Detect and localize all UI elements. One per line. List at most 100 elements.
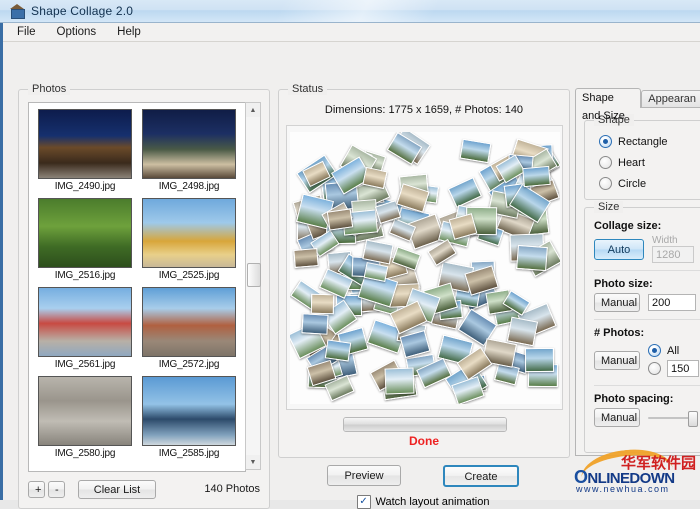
photo-thumbnail-label: IMG_2525.jpg (158, 270, 220, 281)
watch-animation-label: Watch layout animation (375, 496, 490, 508)
photos-group: Photos IMG_2490.jpg IMG_2498.jpg IMG_2516.… (18, 83, 270, 509)
collage-photo (384, 367, 415, 395)
title-bar: Shape Collage 2.0 (0, 0, 700, 23)
collage-photo (448, 213, 478, 241)
collage-photo (459, 138, 493, 164)
num-photos-choices: All 150 (648, 342, 699, 378)
photo-count-label: 140 Photos (204, 483, 260, 495)
photo-spacing-row: Manual (585, 408, 700, 427)
collage-width-input[interactable]: 1280 (652, 246, 694, 263)
photo-thumbnail-item[interactable]: IMG_2498.jpg (137, 109, 241, 192)
tab-shape-and-size[interactable]: Shape and Size (575, 88, 642, 122)
watch-animation-row[interactable]: ✓ Watch layout animation (278, 495, 568, 509)
menu-item-file[interactable]: File (14, 25, 39, 39)
num-photos-all-label: All (667, 344, 680, 357)
radio-all-photos-icon[interactable] (648, 344, 661, 357)
radio-custom-photos-icon[interactable] (648, 362, 661, 375)
size-divider-2 (594, 319, 700, 320)
dimensions-label: Dimensions: 1775 x 1659, # Photos: 140 (324, 104, 524, 116)
status-group: Status Dimensions: 1775 x 1659, # Photos… (278, 83, 570, 458)
watch-animation-checkbox[interactable]: ✓ (356, 495, 371, 509)
scroll-down-icon[interactable]: ▼ (246, 455, 260, 469)
clear-list-button[interactable]: Clear List (78, 479, 156, 499)
photo-thumbnail-item[interactable]: IMG_2490.jpg (33, 109, 137, 192)
remove-photos-button[interactable]: - (48, 480, 65, 498)
shape-group: Shape Rectangle Heart Circle (584, 114, 700, 200)
collage-width-wrap: Width 1280 (652, 235, 694, 263)
photo-thumbnail-item[interactable]: IMG_2561.jpg (33, 287, 137, 370)
photo-list[interactable]: IMG_2490.jpg IMG_2498.jpg IMG_2516.jpg IMG_… (28, 102, 246, 472)
photo-spacing-slider[interactable] (648, 410, 698, 427)
size-group: Size Collage size: Auto Width 1280 Photo… (584, 201, 700, 453)
photos-group-title: Photos (28, 83, 71, 95)
shape-option-rectangle[interactable]: Rectangle (585, 131, 700, 152)
collage-preview[interactable] (286, 125, 563, 410)
slider-knob[interactable] (688, 410, 698, 427)
photo-thumbnail-image[interactable] (142, 287, 236, 357)
tab-appearance[interactable]: Appearan (641, 90, 700, 108)
radio-heart-icon[interactable] (599, 156, 612, 169)
photo-thumbnail-image[interactable] (38, 287, 132, 357)
shape-option-circle[interactable]: Circle (585, 173, 700, 194)
status-group-title: Status (288, 83, 328, 95)
num-photos-custom-option[interactable]: 150 (648, 359, 699, 378)
photo-thumbnail-image[interactable] (142, 376, 236, 446)
scroll-up-icon[interactable]: ▲ (246, 103, 260, 117)
photo-thumbnail-label: IMG_2516.jpg (54, 270, 116, 281)
photo-thumbnail-item[interactable]: IMG_2580.jpg (33, 376, 137, 459)
shape-option-heart[interactable]: Heart (585, 152, 700, 173)
client-area: Photos IMG_2490.jpg IMG_2498.jpg IMG_2516.… (3, 42, 700, 509)
collage-photo (301, 313, 329, 336)
photo-thumbnail-image[interactable] (38, 376, 132, 446)
photo-size-manual-button[interactable]: Manual (594, 293, 640, 312)
photo-thumbnail-item[interactable]: IMG_2585.jpg (137, 376, 241, 459)
photo-size-label: Photo size: (594, 278, 653, 290)
collage-canvas (289, 131, 560, 404)
preview-button[interactable]: Preview (327, 465, 401, 486)
photo-thumbnail-image[interactable] (142, 109, 236, 179)
radio-rectangle-icon[interactable] (599, 135, 612, 148)
scrollbar-thumb[interactable] (247, 263, 261, 287)
collage-width-label: Width (652, 235, 678, 246)
photo-thumbnail-image[interactable] (38, 198, 132, 268)
menu-item-options[interactable]: Options (54, 25, 100, 39)
photo-spacing-label: Photo spacing: (594, 393, 674, 405)
photo-size-input[interactable]: 200 (648, 294, 696, 311)
menu-item-help[interactable]: Help (114, 25, 144, 39)
photo-spacing-manual-button[interactable]: Manual (594, 408, 640, 427)
photo-thumbnail-item[interactable]: IMG_2525.jpg (137, 198, 241, 281)
collage-size-auto-button[interactable]: Auto (594, 238, 644, 260)
radio-circle-icon[interactable] (599, 177, 612, 190)
collage-photo (507, 316, 539, 346)
photo-thumbnail-image[interactable] (38, 109, 132, 179)
photo-thumbnail-item[interactable]: IMG_2516.jpg (33, 198, 137, 281)
photo-thumbnail-label: IMG_2498.jpg (158, 181, 220, 192)
status-done-label: Done (409, 434, 439, 448)
collage-size-row: Auto Width 1280 (585, 235, 700, 263)
action-buttons: Preview Create (278, 465, 568, 487)
num-photos-input[interactable]: 150 (667, 360, 699, 377)
collage-photo (525, 347, 555, 372)
collage-photo (448, 176, 483, 208)
shape-label-rectangle: Rectangle (618, 135, 668, 148)
num-photos-all-option[interactable]: All (648, 342, 699, 359)
photo-thumbnail-image[interactable] (142, 198, 236, 268)
tab-body-shape-and-size: Shape Rectangle Heart Circle (575, 107, 700, 456)
num-photos-row: Manual All 150 (585, 342, 700, 378)
photo-thumbnail-label: IMG_2490.jpg (54, 181, 116, 192)
collage-photo (324, 339, 352, 363)
size-divider-1 (594, 270, 700, 271)
photos-toolbar: + - Clear List 140 Photos (28, 478, 260, 500)
photo-thumbnail-item[interactable]: IMG_2572.jpg (137, 287, 241, 370)
photo-thumbnail-label: IMG_2580.jpg (54, 448, 116, 459)
app-icon (10, 4, 25, 19)
photo-list-scrollbar[interactable]: ▲ ▼ (245, 102, 261, 470)
shape-label-heart: Heart (618, 156, 645, 169)
shape-label-circle: Circle (618, 177, 647, 190)
num-photos-manual-button[interactable]: Manual (594, 350, 640, 370)
create-button[interactable]: Create (443, 465, 519, 487)
collage-photo (522, 165, 551, 187)
size-divider-3 (594, 385, 700, 386)
add-photos-button[interactable]: + (28, 480, 45, 498)
collage-photo (516, 244, 548, 272)
